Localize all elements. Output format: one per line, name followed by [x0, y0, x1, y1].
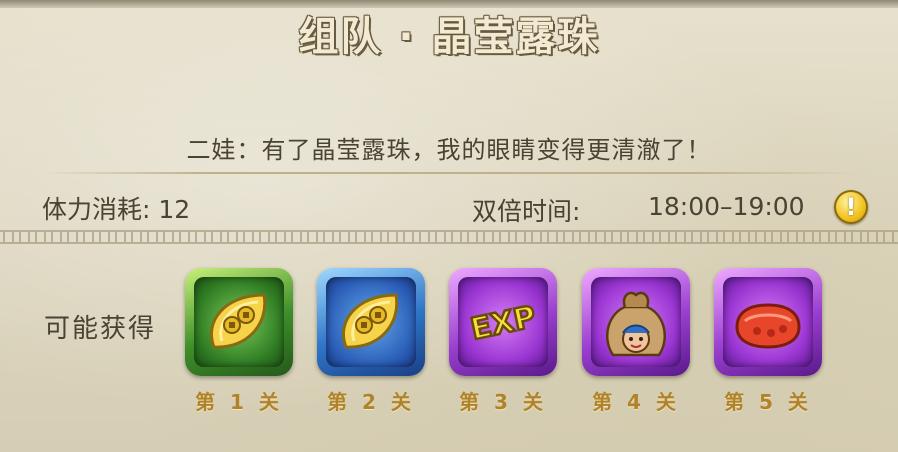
reward-slot-2[interactable] [317, 268, 425, 376]
gourd-doll-bag-icon [605, 291, 667, 357]
exp-icon: EXP [466, 298, 540, 348]
dialogue-text: 二娃：有了晶莹露珠，我的眼睛变得更清澈了！ [186, 136, 712, 164]
info-icon[interactable]: ! [834, 190, 868, 224]
stage-label-4: 第 4 关 [592, 390, 680, 414]
double-time-value: 18:00–19:00 [648, 192, 805, 221]
double-time-label: 双倍时间: [472, 197, 581, 226]
dungeon-info-panel: 组队 · 晶莹露珠 二娃：有了晶莹露珠，我的眼睛变得更清澈了！ 体力消耗: 12… [0, 0, 898, 452]
stage-label-1: 第 1 关 [195, 390, 283, 414]
reward-slot-1[interactable] [185, 268, 293, 376]
gold-coin-leaf-icon [209, 293, 267, 349]
decorative-border [0, 230, 898, 244]
stage-label-2: 第 2 关 [327, 390, 415, 414]
stage-label-5: 第 5 关 [724, 390, 812, 414]
reward-slot-4[interactable] [582, 268, 690, 376]
divider [40, 172, 858, 174]
stage-label-3: 第 3 关 [459, 390, 547, 414]
possible-rewards-label: 可能获得 [44, 314, 157, 344]
reward-slot-5[interactable] [714, 268, 822, 376]
reward-slot-3[interactable]: EXP [449, 268, 557, 376]
exp-text: EXP [468, 300, 539, 348]
panel-title: 组队 · 晶莹露珠 [298, 14, 600, 60]
gold-coin-leaf-icon [341, 293, 399, 349]
stamina-cost: 体力消耗: 12 [42, 195, 191, 224]
red-gem-icon [735, 303, 801, 349]
